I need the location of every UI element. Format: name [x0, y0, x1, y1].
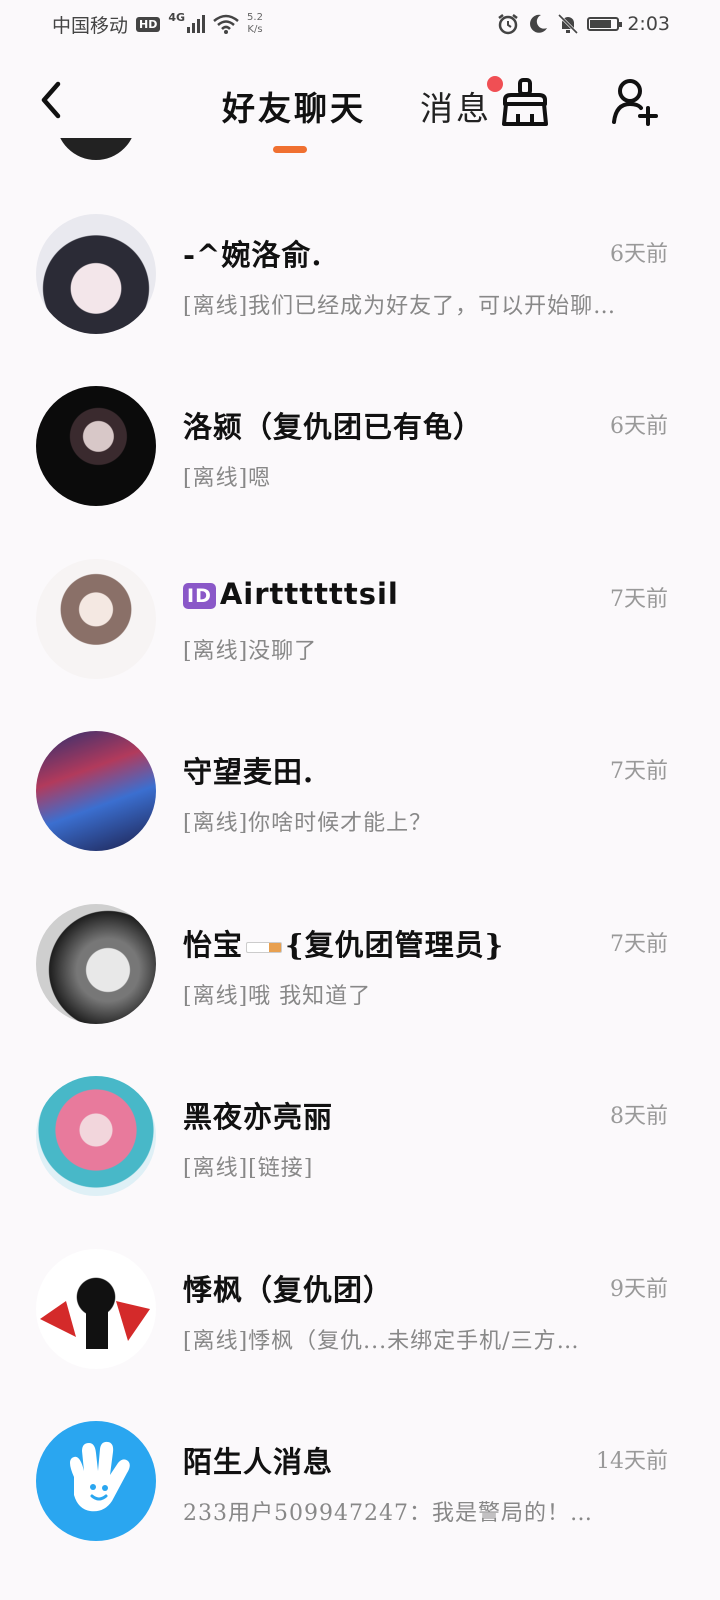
message-time: 6天前	[610, 242, 668, 267]
message-preview: [离线]你啥时候才能上？	[183, 805, 673, 837]
speed-unit: K/s	[247, 24, 263, 35]
message-time: 9天前	[610, 1277, 668, 1302]
clock-time: 2:03	[627, 13, 670, 35]
message-time: 6天前	[610, 414, 668, 439]
message-preview: [离线]嗯	[183, 460, 673, 492]
contact-name: 悸枫（复仇团）	[183, 1273, 394, 1307]
tab-friends-chat[interactable]: 好友聊天	[222, 82, 366, 130]
stranger-avatar[interactable]	[36, 1421, 156, 1541]
online-status: [离线]	[183, 294, 249, 319]
id-badge-icon: ID	[183, 583, 216, 609]
contact-name: 洛颍（复仇团已有龟）	[183, 410, 484, 444]
message-preview: [离线]哦 我知道了	[183, 978, 673, 1010]
conversation-row[interactable]: 怡宝 {复仇团管理员} 7天前 [离线]哦 我知道了	[0, 890, 720, 1050]
broom-clean-icon[interactable]	[500, 78, 550, 128]
online-status: [离线]	[183, 811, 249, 836]
conversation-row[interactable]: 守望麦田. 7天前 [离线]你啥时候才能上？	[0, 717, 720, 877]
stranger-messages-row[interactable]: 陌生人消息 14天前 233用户509947247：我是警局的！…	[0, 1407, 720, 1567]
active-tab-indicator	[273, 146, 307, 153]
preview-text: [链接]	[248, 1156, 314, 1181]
partial-avatar	[56, 138, 136, 160]
avatar[interactable]	[36, 731, 156, 851]
online-status: [离线]	[183, 639, 249, 664]
message-time: 7天前	[610, 587, 668, 612]
contact-name-text: {复仇团管理员}	[285, 928, 505, 962]
online-status: [离线]	[183, 466, 249, 491]
online-status: [离线]	[183, 1156, 249, 1181]
avatar[interactable]	[36, 1249, 156, 1369]
conversation-row[interactable]: 黑夜亦亮丽 8天前 [离线][链接]	[0, 1062, 720, 1222]
avatar[interactable]	[36, 386, 156, 506]
hd-icon: HD	[136, 16, 161, 32]
message-preview: [离线]没聊了	[183, 633, 673, 665]
preview-text: 没聊了	[248, 639, 318, 664]
avatar-graphic	[40, 1289, 150, 1349]
conversation-list: -^婉洛俞. 6天前 [离线]我们已经成为好友了，可以开始聊… 洛颍（复仇团已有…	[0, 138, 720, 1600]
message-preview: [离线]悸枫（复仇...未绑定手机/三方…	[183, 1323, 673, 1355]
online-status: [离线]	[183, 984, 249, 1009]
cigarette-emoji-icon	[246, 941, 283, 953]
message-time: 7天前	[610, 759, 668, 784]
wifi-icon	[213, 14, 239, 34]
conversation-row[interactable]: 悸枫（复仇团） 9天前 [离线]悸枫（复仇...未绑定手机/三方…	[0, 1235, 720, 1395]
stranger-messages-title: 陌生人消息	[183, 1445, 334, 1479]
avatar[interactable]	[36, 1076, 156, 1196]
avatar[interactable]	[36, 214, 156, 334]
signal-icon	[187, 15, 206, 33]
carrier-label: 中国移动	[52, 14, 129, 37]
contact-name: -^婉洛俞.	[183, 238, 323, 272]
status-bar: 中国移动 HD 4G 5.2 K/s 2:03	[0, 0, 720, 48]
avatar[interactable]	[36, 904, 156, 1024]
preview-text: 哦 我知道了	[248, 984, 372, 1009]
contact-name: 守望麦田.	[183, 755, 315, 789]
contact-name: ID Airttttttsil	[183, 577, 399, 611]
online-status: [离线]	[183, 1329, 249, 1354]
message-preview: [离线]我们已经成为好友了，可以开始聊…	[183, 288, 673, 320]
message-time: 14天前	[596, 1449, 668, 1474]
message-preview: [离线][链接]	[183, 1150, 673, 1182]
alarm-icon	[498, 14, 519, 35]
battery-icon	[587, 17, 623, 31]
speed-value: 5.2	[247, 12, 263, 23]
contact-name-text: Airttttttsil	[219, 577, 399, 611]
network-type-label: 4G	[168, 10, 186, 24]
preview-text: 你啥时候才能上？	[248, 811, 433, 836]
conversation-row[interactable]: 洛颍（复仇团已有龟） 6天前 [离线]嗯	[0, 372, 720, 532]
back-icon[interactable]	[34, 78, 74, 122]
preview-text: 悸枫（复仇...未绑定手机/三方…	[248, 1329, 580, 1354]
preview-text: 嗯	[248, 466, 272, 491]
message-preview: 233用户509947247：我是警局的！…	[183, 1501, 593, 1526]
message-time: 7天前	[610, 932, 668, 957]
preview-text: 我们已经成为好友了，可以开始聊…	[248, 294, 617, 319]
conversation-row[interactable]: -^婉洛俞. 6天前 [离线]我们已经成为好友了，可以开始聊…	[0, 200, 720, 360]
add-friend-icon[interactable]	[610, 76, 660, 126]
conversation-row[interactable]: ID Airttttttsil 7天前 [离线]没聊了	[0, 545, 720, 705]
contact-name: 黑夜亦亮丽	[183, 1100, 334, 1134]
tab-messages[interactable]: 消息	[420, 82, 492, 130]
mute-bell-icon	[558, 13, 579, 35]
moon-icon	[530, 14, 548, 33]
message-time: 8天前	[610, 1104, 668, 1129]
contact-name-prefix: 怡宝	[183, 928, 244, 962]
network-speed: 5.2 K/s	[247, 12, 263, 36]
avatar[interactable]	[36, 559, 156, 679]
contact-name: 怡宝 {复仇团管理员}	[183, 922, 504, 964]
hand-wave-icon	[70, 1441, 130, 1512]
